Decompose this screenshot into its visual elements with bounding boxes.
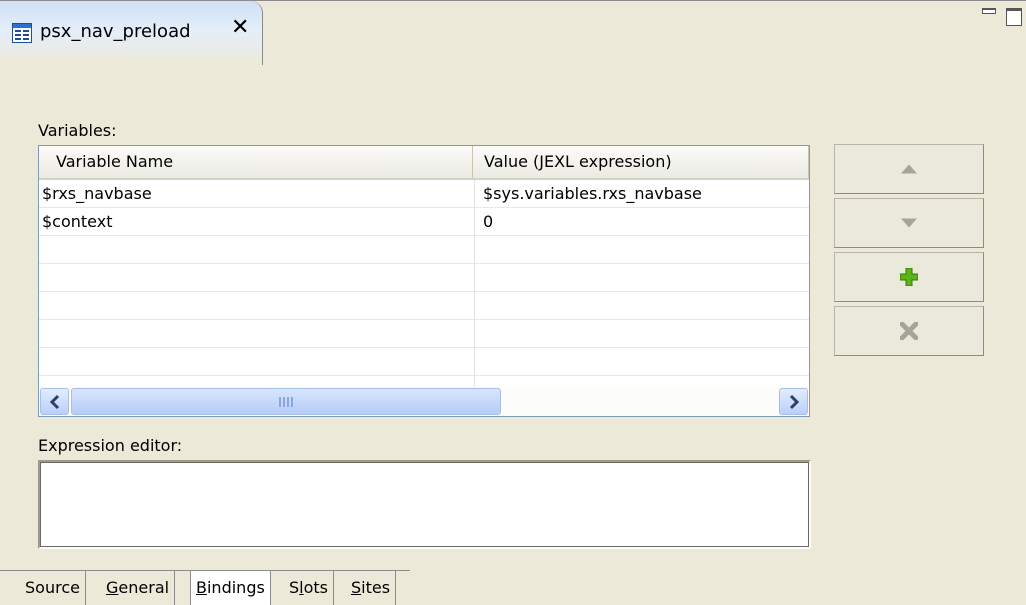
tab-slots[interactable]: Slots [284,571,335,605]
table-row[interactable]: $context 0 [39,208,809,236]
scrollbar-thumb[interactable] [71,388,501,415]
tab-sites-label: Sites [351,578,391,597]
tab-general[interactable]: General [101,571,176,605]
column-header-value[interactable]: Value (JEXL expression) [473,146,809,178]
delete-x-icon [900,322,918,340]
table-header: Variable Name Value (JEXL expression) [39,146,809,180]
maximize-icon[interactable] [1006,8,1022,26]
move-down-triangle-icon [901,218,917,228]
tab-general-label: General [106,578,170,597]
close-x-icon[interactable]: ✕ [231,17,249,39]
table-row[interactable] [39,320,809,348]
table-row[interactable] [39,236,809,264]
table-row[interactable] [39,264,809,292]
tab-bindings-label: Bindings [196,578,265,597]
editor-tab-psx-nav-preload[interactable]: psx_nav_preload ✕ [0,1,263,65]
scroll-left-button[interactable] [40,388,69,415]
expression-editor-textarea[interactable] [38,460,811,549]
expression-editor-label: Expression editor: [38,436,183,455]
column-header-variable-name[interactable]: Variable Name [39,146,473,178]
editor-tab-title: psx_nav_preload [40,21,191,42]
tab-source[interactable]: Source [20,571,86,605]
variables-label: Variables: [38,121,117,140]
table-row[interactable] [39,348,809,376]
add-plus-icon [900,268,918,286]
tab-general-mnemonic: G [106,578,119,597]
tab-slots-mnemonic: l [299,578,304,597]
move-up-button[interactable] [834,144,984,194]
scrollbar-grip-icon [279,397,293,407]
chevron-left-icon [49,394,60,410]
tab-bindings[interactable]: Bindings [190,571,271,605]
tab-sites[interactable]: Sites [346,571,397,605]
move-down-button[interactable] [834,198,984,248]
chevron-right-icon [789,394,800,410]
tab-source-label: Source [25,578,80,597]
table-row[interactable] [39,292,809,320]
variable-value-cell[interactable]: 0 [483,208,493,235]
table-row[interactable]: $rxs_navbase $sys.variables.rxs_navbase [39,180,809,208]
editor-form-icon [12,23,32,43]
tab-sites-mnemonic: S [351,578,362,597]
horizontal-scrollbar[interactable] [39,387,809,416]
move-up-triangle-icon [901,164,917,174]
add-variable-button[interactable] [834,252,984,302]
variable-name-cell[interactable]: $rxs_navbase [42,180,152,207]
editor-tab-strip: psx_nav_preload ✕ [0,0,1026,66]
variable-name-cell[interactable]: $context [42,208,112,235]
delete-variable-button[interactable] [834,306,984,356]
variables-table[interactable]: Variable Name Value (JEXL expression) $r… [38,145,810,417]
variable-value-cell[interactable]: $sys.variables.rxs_navbase [483,180,702,207]
minimize-icon[interactable] [982,8,996,14]
tab-slots-label: Slots [289,578,329,597]
tab-bindings-mnemonic: B [196,578,207,597]
scroll-right-button[interactable] [779,388,808,415]
